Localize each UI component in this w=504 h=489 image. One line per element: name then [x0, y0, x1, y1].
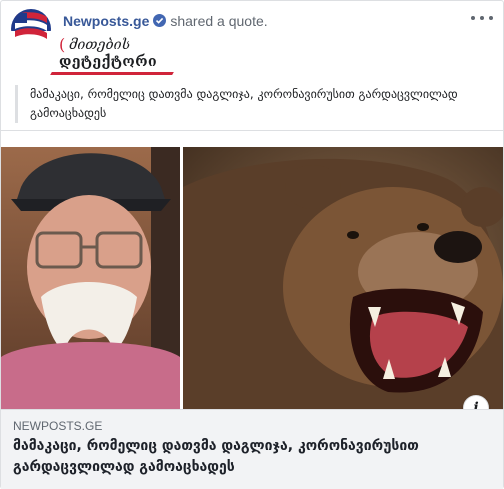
link-domain: NEWPOSTS.GE [13, 419, 103, 433]
quote-text: მამაკაცი, რომელიც დათვმა დაგლიჯა, კორონა… [15, 85, 485, 123]
man-photo[interactable] [1, 147, 180, 409]
link-preview[interactable]: NEWPOSTS.GE მამაკაცი, რომელიც დათვმა დაგ… [1, 409, 503, 489]
bear-photo[interactable] [183, 147, 503, 409]
myth-detector-logo: ( მითების დეტექტორი [50, 35, 176, 77]
more-options-icon[interactable] [471, 11, 493, 25]
page-avatar[interactable] [11, 9, 51, 49]
logo-paren-mark: ( [59, 35, 66, 54]
shared-post-card: Newposts.ge shared a quote. ( მითების დეტ… [0, 0, 504, 489]
header-line: Newposts.ge shared a quote. [63, 13, 268, 29]
verified-badge-icon [153, 14, 167, 27]
logo-line2: დეტექტორი [59, 54, 158, 70]
logo-underline [50, 72, 174, 75]
link-title[interactable]: მამაკაცი, რომელიც დათვმა დაგლიჯა, კორონა… [13, 436, 493, 478]
quote-divider [1, 130, 503, 131]
post-header: Newposts.ge shared a quote. [1, 1, 503, 49]
action-text: shared a quote. [170, 13, 268, 29]
page-name-link[interactable]: Newposts.ge [63, 13, 149, 29]
logo-line1: მითების [69, 37, 131, 53]
